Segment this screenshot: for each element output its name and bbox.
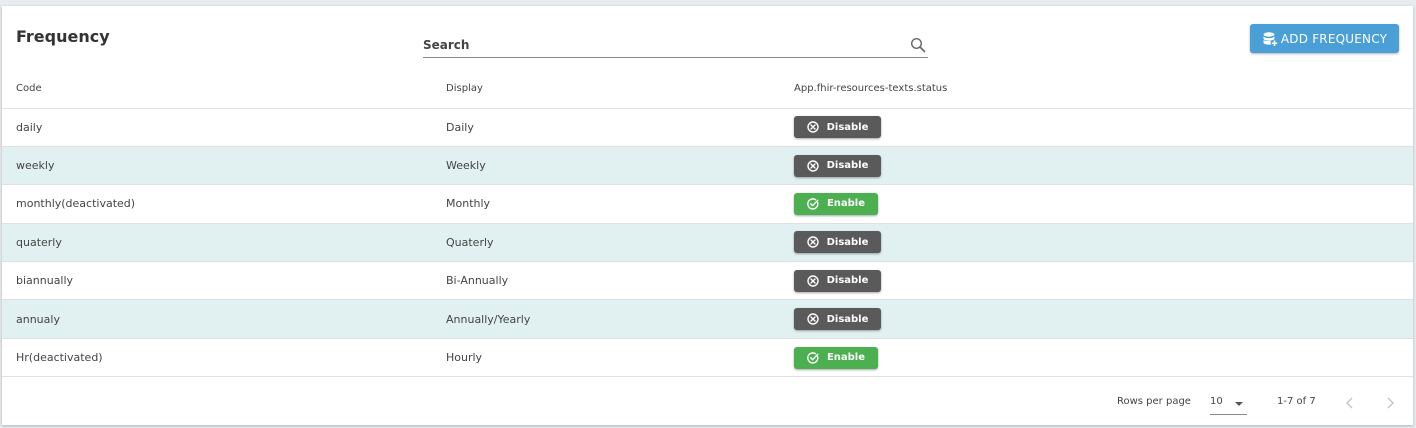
cell-code: daily <box>2 108 446 147</box>
circle-x-icon <box>806 313 819 325</box>
disable-label: Disable <box>826 160 869 172</box>
cell-display: Hourly <box>446 338 794 378</box>
cell-display: Quaterly <box>446 223 794 263</box>
table-row: biannually Bi-Annually Disable <box>2 261 1413 301</box>
enable-button[interactable]: Enable <box>794 346 878 369</box>
database-plus-icon <box>1263 31 1278 46</box>
rows-per-page-select[interactable]: 10 <box>1210 391 1247 415</box>
caret-down-icon <box>1235 402 1243 406</box>
frequency-table: Code Display App.fhir-resources-texts.st… <box>2 70 1413 378</box>
cell-status: Disable <box>794 299 1413 339</box>
disable-label: Disable <box>826 313 869 325</box>
cell-status: Enable <box>794 184 1413 224</box>
disable-label: Disable <box>826 275 869 287</box>
cell-display: Daily <box>446 108 794 147</box>
pagination-footer: Rows per page 10 1-7 of 7 <box>2 380 1413 425</box>
search-input[interactable] <box>423 34 893 56</box>
chevron-right-icon[interactable] <box>1382 395 1398 411</box>
cell-display: Weekly <box>446 146 794 186</box>
cell-status: Disable <box>794 146 1413 186</box>
add-frequency-button[interactable]: ADD FREQUENCY <box>1250 24 1399 53</box>
cell-code: monthly(deactivated) <box>2 184 446 224</box>
disable-button[interactable]: Disable <box>794 116 881 139</box>
table-row: monthly(deactivated) Monthly Enable <box>2 184 1413 224</box>
circle-x-icon <box>806 121 819 133</box>
cell-status: Disable <box>794 223 1413 263</box>
cell-display: Monthly <box>446 184 794 224</box>
chevron-left-icon[interactable] <box>1342 395 1358 411</box>
page-title: Frequency <box>16 27 110 46</box>
cell-display: Bi-Annually <box>446 261 794 301</box>
cell-code: annualy <box>2 299 446 339</box>
column-header-code[interactable]: Code <box>2 70 446 109</box>
disable-button[interactable]: Disable <box>794 269 881 292</box>
cell-status: Disable <box>794 108 1413 147</box>
table-row: quaterly Quaterly Disable <box>2 223 1413 263</box>
rows-per-page-label: Rows per page <box>1117 396 1191 407</box>
enable-button[interactable]: Enable <box>794 192 878 215</box>
cell-code: weekly <box>2 146 446 186</box>
circle-x-icon <box>806 275 819 287</box>
enable-label: Enable <box>826 198 866 210</box>
search-icon[interactable] <box>910 37 926 53</box>
card-header: Frequency ADD FREQUENCY <box>2 6 1413 70</box>
frequency-card: Frequency ADD FREQUENCY Code Display <box>2 6 1413 425</box>
cell-status: Disable <box>794 261 1413 301</box>
circle-x-icon <box>806 159 819 172</box>
table-row: daily Daily Disable <box>2 108 1413 147</box>
column-header-status[interactable]: App.fhir-resources-texts.status <box>794 70 1413 109</box>
cell-display: Annually/Yearly <box>446 299 794 339</box>
table-row: weekly Weekly Disable <box>2 146 1413 186</box>
disable-button[interactable]: Disable <box>794 308 881 331</box>
cell-status: Enable <box>794 338 1413 378</box>
table-row: annualy Annually/Yearly Disable <box>2 299 1413 339</box>
page-range: 1-7 of 7 <box>1277 396 1316 407</box>
table-header-row: Code Display App.fhir-resources-texts.st… <box>2 70 1413 109</box>
disable-label: Disable <box>826 236 869 248</box>
table-row: Hr(deactivated) Hourly Enable <box>2 338 1413 378</box>
cell-code: Hr(deactivated) <box>2 338 446 378</box>
disable-button[interactable]: Disable <box>794 154 881 177</box>
disable-button[interactable]: Disable <box>794 231 881 254</box>
cell-code: biannually <box>2 261 446 301</box>
circle-x-icon <box>806 236 819 249</box>
cell-code: quaterly <box>2 223 446 263</box>
circle-check-icon <box>807 351 819 364</box>
disable-label: Disable <box>826 121 869 133</box>
circle-check-icon <box>807 198 819 210</box>
enable-label: Enable <box>826 352 866 364</box>
column-header-display[interactable]: Display <box>446 70 794 109</box>
add-frequency-label: ADD FREQUENCY <box>1280 31 1388 46</box>
rows-per-page-value: 10 <box>1210 396 1223 407</box>
search-field[interactable] <box>423 34 928 58</box>
